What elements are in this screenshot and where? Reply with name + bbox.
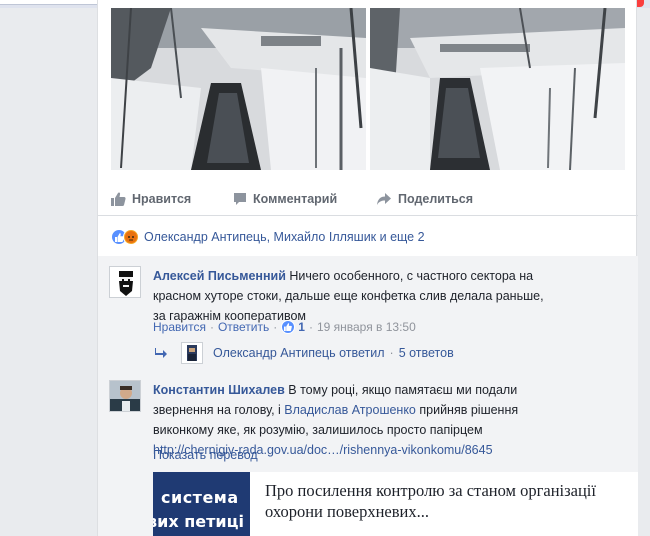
share-button[interactable]: Поделиться	[376, 188, 473, 210]
post-photo-1[interactable]	[111, 8, 366, 170]
comment-author[interactable]: Константин Шихалев	[153, 383, 285, 397]
comment-button[interactable]: Комментарий	[233, 188, 337, 210]
comment-reply-link[interactable]: Ответить	[218, 320, 269, 334]
portrait-icon	[187, 345, 197, 361]
feed-post: Нравится Комментарий Поделиться Олександ…	[97, 0, 638, 536]
comment-like-link[interactable]: Нравится	[153, 320, 206, 334]
link-preview-title[interactable]: Про посилення контролю за станом організ…	[265, 480, 625, 522]
reply-avatar[interactable]	[181, 342, 203, 364]
reply-arrow-icon	[155, 348, 167, 358]
like-button[interactable]: Нравится	[111, 188, 191, 210]
comment-reaction-count[interactable]: 1	[298, 320, 305, 334]
like-label: Нравится	[132, 192, 192, 206]
angry-reaction-icon	[123, 229, 139, 245]
reply-count[interactable]: 5 ответов	[399, 346, 454, 360]
comment-author[interactable]: Алексей Письменний	[153, 269, 286, 283]
post-action-bar: Нравится Комментарий Поделиться	[111, 184, 625, 214]
reactions-summary[interactable]: Олександр Антипець, Михайло Ілляшик и ещ…	[111, 226, 425, 248]
link-preview[interactable]: система вих петиці Про посилення контрол…	[153, 472, 638, 536]
profile-photo-icon	[110, 381, 140, 411]
show-translation-link[interactable]: Показать перевод	[153, 448, 258, 462]
comment-icon	[234, 193, 246, 205]
thumbs-up-icon	[111, 192, 126, 206]
post-photo-2[interactable]	[370, 8, 625, 170]
bearded-face-icon	[110, 267, 140, 297]
share-label: Поделиться	[398, 192, 474, 206]
link-preview-image[interactable]: система вих петиці	[153, 472, 250, 536]
comment-label: Комментарий	[253, 192, 338, 206]
post-photos	[111, 8, 625, 170]
reactions-names[interactable]: Олександр Антипець, Михайло Ілляшик и ещ…	[144, 230, 425, 244]
avatar[interactable]	[109, 266, 141, 298]
reply-author-action[interactable]: Олександр Антипець ответил	[213, 346, 385, 360]
share-arrow-icon	[377, 193, 391, 205]
comment-1-meta: Нравится · Ответить · 1 · 19 января в 13…	[153, 320, 416, 334]
view-replies[interactable]: Олександр Антипець ответил · 5 ответов	[155, 342, 454, 364]
like-reaction-icon	[281, 320, 296, 334]
comment-body: Алексей Письменний Ничего особенного, с …	[153, 266, 553, 326]
avatar[interactable]	[109, 380, 141, 412]
mention-link[interactable]: Владислав Атрошенко	[284, 403, 416, 417]
comment-timestamp[interactable]: 19 января в 13:50	[317, 320, 416, 334]
divider	[98, 215, 638, 216]
